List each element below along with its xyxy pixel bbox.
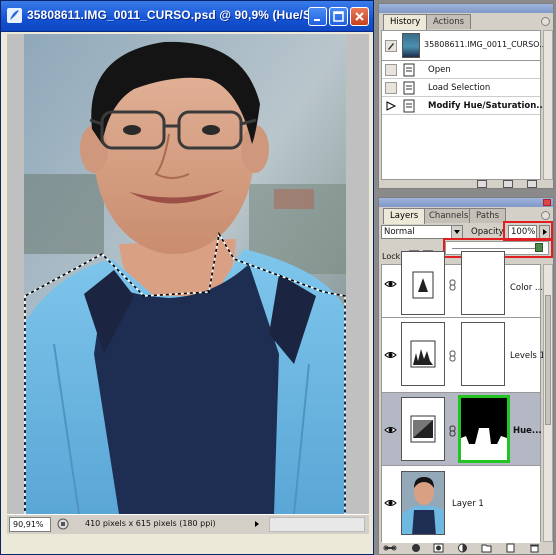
layer-mask-thumbnail-selected[interactable] bbox=[458, 395, 510, 463]
photoshop-feather-icon bbox=[7, 8, 22, 23]
trash-icon[interactable] bbox=[529, 543, 540, 553]
tab-paths[interactable]: Paths bbox=[469, 208, 507, 223]
layers-panel: Layers Channels Paths Normal Opacity: 10… bbox=[378, 197, 554, 555]
levels-histogram-icon bbox=[410, 340, 436, 368]
document-step-icon bbox=[403, 99, 415, 113]
document-canvas[interactable] bbox=[7, 34, 369, 514]
layer-name: Layer 1 bbox=[452, 499, 484, 509]
history-panel-grip[interactable] bbox=[379, 4, 553, 13]
document-step-icon bbox=[403, 63, 415, 77]
new-layer-icon[interactable] bbox=[505, 543, 516, 553]
mask-silhouette-icon bbox=[461, 398, 507, 444]
layers-menu-button[interactable] bbox=[541, 211, 550, 220]
history-snapshot[interactable]: 35808611.IMG_0011_CURSO... bbox=[382, 31, 547, 61]
close-icon[interactable] bbox=[543, 199, 551, 206]
history-panel: History Actions 35808611.IMG_0011_CURSO.… bbox=[378, 3, 554, 189]
tab-layers[interactable]: Layers bbox=[383, 208, 426, 224]
eye-icon[interactable] bbox=[384, 498, 397, 508]
history-scrollbar[interactable] bbox=[543, 30, 553, 180]
history-footer bbox=[381, 180, 553, 189]
blend-mode-value: Normal bbox=[384, 227, 415, 237]
eye-icon[interactable] bbox=[384, 425, 397, 435]
maximize-icon bbox=[333, 11, 344, 22]
tab-history[interactable]: History bbox=[383, 14, 428, 30]
layer-name: Hue... bbox=[513, 426, 542, 436]
new-group-icon[interactable] bbox=[481, 543, 492, 553]
document-title-bar[interactable]: 35808611.IMG_0011_CURSO.psd @ 90,9% (Hue… bbox=[1, 1, 373, 32]
link-chain-icon bbox=[449, 279, 456, 291]
layer-row-selected[interactable]: Hue... bbox=[382, 393, 542, 466]
portrait-photo[interactable] bbox=[24, 34, 346, 514]
portrait-image bbox=[24, 34, 346, 514]
history-list: 35808611.IMG_0011_CURSO... Open Load Sel… bbox=[381, 30, 547, 180]
layer-style-icon[interactable] bbox=[411, 543, 422, 553]
chevron-down-icon[interactable] bbox=[451, 226, 462, 238]
layer-mask-thumbnail[interactable] bbox=[461, 322, 505, 386]
color-balance-icon bbox=[412, 271, 434, 299]
horizontal-scrollbar[interactable] bbox=[269, 517, 365, 532]
layer-row[interactable]: Levels 1 bbox=[382, 318, 545, 393]
status-menu-arrow-icon[interactable] bbox=[255, 521, 259, 527]
link-chain-icon bbox=[449, 350, 456, 362]
history-step-label: Open bbox=[428, 65, 451, 75]
eye-icon[interactable] bbox=[384, 279, 397, 289]
layers-footer bbox=[381, 543, 553, 554]
snapshot-label: 35808611.IMG_0011_CURSO... bbox=[424, 40, 547, 49]
hue-saturation-icon bbox=[410, 415, 436, 443]
history-step-current[interactable]: Modify Hue/Saturation... bbox=[382, 97, 546, 115]
close-button[interactable] bbox=[350, 7, 369, 26]
history-step[interactable]: Load Selection bbox=[382, 79, 540, 97]
link-layers-icon[interactable] bbox=[383, 543, 397, 553]
eye-icon[interactable] bbox=[384, 350, 397, 360]
adjustment-layer-thumbnail[interactable] bbox=[401, 251, 445, 315]
portrait-thumbnail-icon bbox=[402, 472, 444, 534]
minimize-button[interactable] bbox=[308, 7, 327, 26]
document-window: 35808611.IMG_0011_CURSO.psd @ 90,9% (Hue… bbox=[0, 0, 374, 555]
navigator-icon[interactable] bbox=[57, 518, 69, 530]
layers-scroll-thumb[interactable] bbox=[545, 295, 551, 425]
photoshop-workspace: 35808611.IMG_0011_CURSO.psd @ 90,9% (Hue… bbox=[0, 0, 556, 555]
link-chain-icon bbox=[449, 425, 456, 437]
document-step-icon bbox=[403, 81, 415, 95]
history-step-checkbox[interactable] bbox=[385, 64, 397, 76]
history-step-label: Load Selection bbox=[428, 83, 491, 93]
layers-panel-grip[interactable] bbox=[379, 198, 553, 207]
history-brush-source-icon[interactable] bbox=[385, 40, 397, 52]
document-info: 410 pixels x 615 pixels (180 ppi) bbox=[85, 519, 216, 528]
layers-scrollbar[interactable] bbox=[543, 264, 553, 542]
tab-channels[interactable]: Channels bbox=[422, 208, 476, 223]
history-step[interactable]: Open bbox=[382, 61, 540, 79]
document-title: 35808611.IMG_0011_CURSO.psd @ 90,9% (Hue… bbox=[27, 8, 322, 22]
blend-mode-select[interactable]: Normal bbox=[381, 225, 463, 239]
add-mask-icon[interactable] bbox=[433, 543, 444, 553]
new-adjustment-layer-icon[interactable] bbox=[457, 543, 468, 553]
layer-row[interactable]: Color ... bbox=[382, 251, 543, 318]
layer-name: Levels 1 bbox=[510, 351, 545, 361]
tab-actions[interactable]: Actions bbox=[426, 14, 472, 29]
layer-row[interactable]: Layer 1 bbox=[382, 466, 540, 543]
opacity-label: Opacity: bbox=[471, 227, 506, 237]
minimize-icon bbox=[314, 19, 320, 21]
dropdown-arrow-icon bbox=[454, 230, 460, 234]
snapshot-thumbnail bbox=[402, 33, 420, 58]
adjustment-layer-thumbnail[interactable] bbox=[401, 322, 445, 386]
zoom-field[interactable]: 90,91% bbox=[9, 517, 51, 532]
history-menu-button[interactable] bbox=[541, 17, 550, 26]
current-state-arrow-icon[interactable] bbox=[385, 100, 397, 112]
layer-mask-thumbnail[interactable] bbox=[461, 251, 505, 315]
trash-icon[interactable] bbox=[527, 180, 537, 188]
maximize-button[interactable] bbox=[329, 7, 348, 26]
layer-name: Color ... bbox=[510, 283, 543, 293]
history-step-label: Modify Hue/Saturation... bbox=[428, 101, 546, 111]
layer-thumbnail[interactable] bbox=[401, 471, 445, 535]
new-snapshot-icon[interactable] bbox=[503, 180, 513, 188]
adjustment-layer-thumbnail[interactable] bbox=[401, 397, 445, 461]
lock-label: Lock: bbox=[382, 252, 403, 261]
layer-list: Color ... Levels 1 Hue... Layer 1 bbox=[381, 251, 545, 543]
new-document-from-state-icon[interactable] bbox=[477, 180, 487, 188]
history-step-checkbox[interactable] bbox=[385, 82, 397, 94]
document-status-bar: 90,91% 410 pixels x 615 pixels (180 ppi) bbox=[7, 514, 369, 534]
close-icon bbox=[355, 12, 364, 21]
